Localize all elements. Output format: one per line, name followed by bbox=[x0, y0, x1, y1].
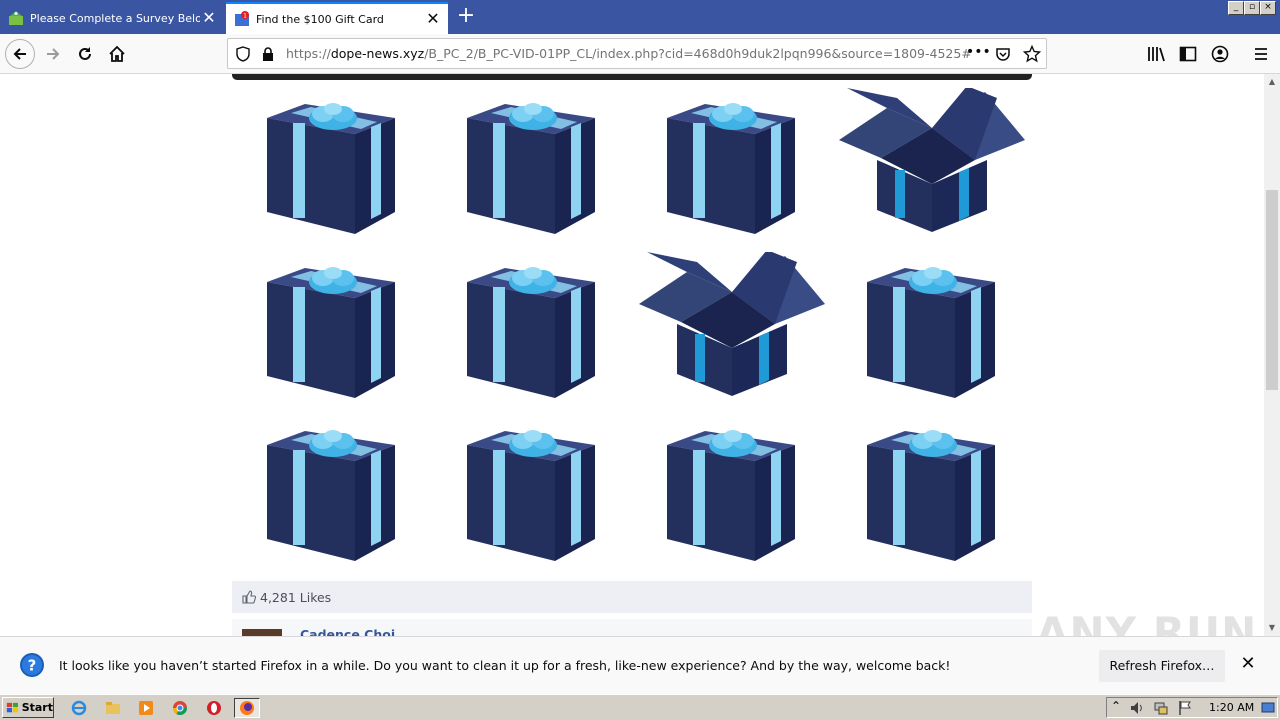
gift-box-closed[interactable] bbox=[467, 100, 597, 240]
start-label: Start bbox=[21, 701, 53, 714]
svg-text:1: 1 bbox=[243, 13, 247, 20]
url-text[interactable]: https://dope-news.xyz/B_PC_2/B_PC-VID-01… bbox=[286, 46, 972, 61]
network-icon[interactable] bbox=[1153, 700, 1169, 716]
close-tab-icon[interactable]: ✕ bbox=[200, 9, 218, 27]
forward-button[interactable] bbox=[38, 39, 68, 69]
taskbar-clock[interactable]: 1:20 AM bbox=[1209, 701, 1254, 714]
pocket-icon[interactable] bbox=[995, 46, 1011, 62]
question-icon: ? bbox=[20, 653, 44, 677]
minimize-button[interactable]: _ bbox=[1228, 1, 1244, 15]
tab-survey[interactable]: Please Complete a Survey Below t ✕ bbox=[0, 2, 224, 34]
screen: Please Complete a Survey Below t ✕ 1 Fin… bbox=[0, 0, 1280, 720]
close-tab-icon[interactable]: ✕ bbox=[424, 10, 442, 28]
tab-bar: Please Complete a Survey Below t ✕ 1 Fin… bbox=[0, 0, 1280, 34]
close-window-button[interactable]: × bbox=[1260, 1, 1276, 15]
url-path: /B_PC_2/B_PC-VID-01PP_CL/index.php?cid=4… bbox=[424, 46, 972, 61]
internet-explorer-icon[interactable] bbox=[69, 698, 89, 718]
gift-box-closed[interactable] bbox=[267, 100, 397, 240]
scrollbar-thumb[interactable] bbox=[1266, 190, 1278, 390]
menu-hamburger-icon[interactable] bbox=[1252, 45, 1270, 63]
windows-taskbar: Start ⌃ 1:20 AM bbox=[0, 694, 1280, 720]
gift-box-open[interactable] bbox=[637, 250, 827, 401]
restore-button[interactable]: ▫ bbox=[1244, 1, 1260, 15]
gift-box-open[interactable] bbox=[837, 86, 1027, 237]
gift-box-closed[interactable] bbox=[267, 264, 397, 404]
video-player-bottom-edge bbox=[232, 74, 1032, 80]
scroll-up-arrow-icon[interactable]: ▲ bbox=[1264, 74, 1280, 90]
start-button[interactable]: Start bbox=[2, 697, 54, 718]
survey-favicon-icon bbox=[9, 11, 23, 25]
gift-box-closed[interactable] bbox=[267, 427, 397, 567]
comment-avatar[interactable] bbox=[242, 629, 282, 636]
tracking-shield-icon[interactable] bbox=[235, 46, 251, 62]
close-notification-icon[interactable]: ✕ bbox=[1238, 654, 1258, 674]
url-host: dope-news.xyz bbox=[330, 46, 425, 61]
show-desktop-icon[interactable] bbox=[1261, 701, 1275, 715]
gift-card-favicon-icon: 1 bbox=[235, 11, 249, 26]
chrome-icon[interactable] bbox=[170, 698, 190, 718]
volume-icon[interactable] bbox=[1129, 700, 1145, 716]
file-explorer-icon[interactable] bbox=[103, 698, 123, 718]
gift-box-closed[interactable] bbox=[867, 427, 997, 567]
tab-title: Please Complete a Survey Below t bbox=[30, 11, 200, 25]
firefox-taskbar-icon[interactable] bbox=[234, 698, 260, 718]
navigation-toolbar: https://dope-news.xyz/B_PC_2/B_PC-VID-01… bbox=[0, 34, 1280, 74]
show-hidden-icons-icon[interactable]: ⌃ bbox=[1111, 699, 1121, 713]
tab-gift-card[interactable]: 1 Find the $100 Gift Card ✕ bbox=[226, 2, 448, 34]
gift-box-closed[interactable] bbox=[667, 427, 797, 567]
gift-box-closed[interactable] bbox=[667, 100, 797, 240]
media-player-icon[interactable] bbox=[136, 698, 156, 718]
web-page-content: 4,281 Likes Cadence Choi bbox=[0, 74, 1264, 636]
bookmark-star-icon[interactable] bbox=[1023, 45, 1041, 63]
new-tab-button[interactable]: + bbox=[456, 5, 476, 27]
back-arrow-icon bbox=[13, 48, 26, 60]
opera-icon[interactable] bbox=[204, 698, 224, 718]
tab-title: Find the $100 Gift Card bbox=[256, 12, 384, 26]
thumbs-up-icon[interactable] bbox=[242, 590, 256, 604]
gift-box-closed[interactable] bbox=[867, 264, 997, 404]
back-button[interactable] bbox=[5, 39, 35, 69]
reload-button[interactable] bbox=[70, 39, 100, 69]
home-button[interactable] bbox=[102, 39, 132, 69]
notification-message: It looks like you haven’t started Firefo… bbox=[59, 658, 951, 673]
svg-text:?: ? bbox=[28, 657, 37, 675]
comment-author-name[interactable]: Cadence Choi bbox=[300, 627, 395, 636]
forward-arrow-icon bbox=[47, 48, 60, 60]
page-scrollbar[interactable]: ▲ ▼ bbox=[1264, 74, 1280, 636]
sidebar-icon[interactable] bbox=[1179, 45, 1197, 63]
likes-bar: 4,281 Likes bbox=[232, 581, 1032, 613]
refresh-firefox-button[interactable]: Refresh Firefox… bbox=[1099, 650, 1225, 682]
library-icon[interactable] bbox=[1147, 45, 1165, 63]
scroll-down-arrow-icon[interactable]: ▼ bbox=[1264, 620, 1280, 636]
reload-icon bbox=[79, 47, 91, 60]
home-icon bbox=[109, 45, 125, 62]
page-actions-icon[interactable]: ••• bbox=[966, 44, 991, 60]
account-icon[interactable] bbox=[1211, 45, 1229, 63]
refresh-firefox-notification: ? It looks like you haven’t started Fire… bbox=[0, 636, 1280, 694]
likes-count: 4,281 Likes bbox=[260, 589, 332, 605]
padlock-icon[interactable] bbox=[261, 46, 275, 62]
windows-logo-icon bbox=[6, 702, 18, 712]
gift-box-closed[interactable] bbox=[467, 427, 597, 567]
comment-item: Cadence Choi bbox=[232, 619, 1032, 636]
address-bar[interactable]: https://dope-news.xyz/B_PC_2/B_PC-VID-01… bbox=[227, 38, 1047, 69]
gift-box-closed[interactable] bbox=[467, 264, 597, 404]
url-scheme: https:// bbox=[286, 46, 331, 61]
action-center-flag-icon[interactable] bbox=[1177, 700, 1193, 716]
